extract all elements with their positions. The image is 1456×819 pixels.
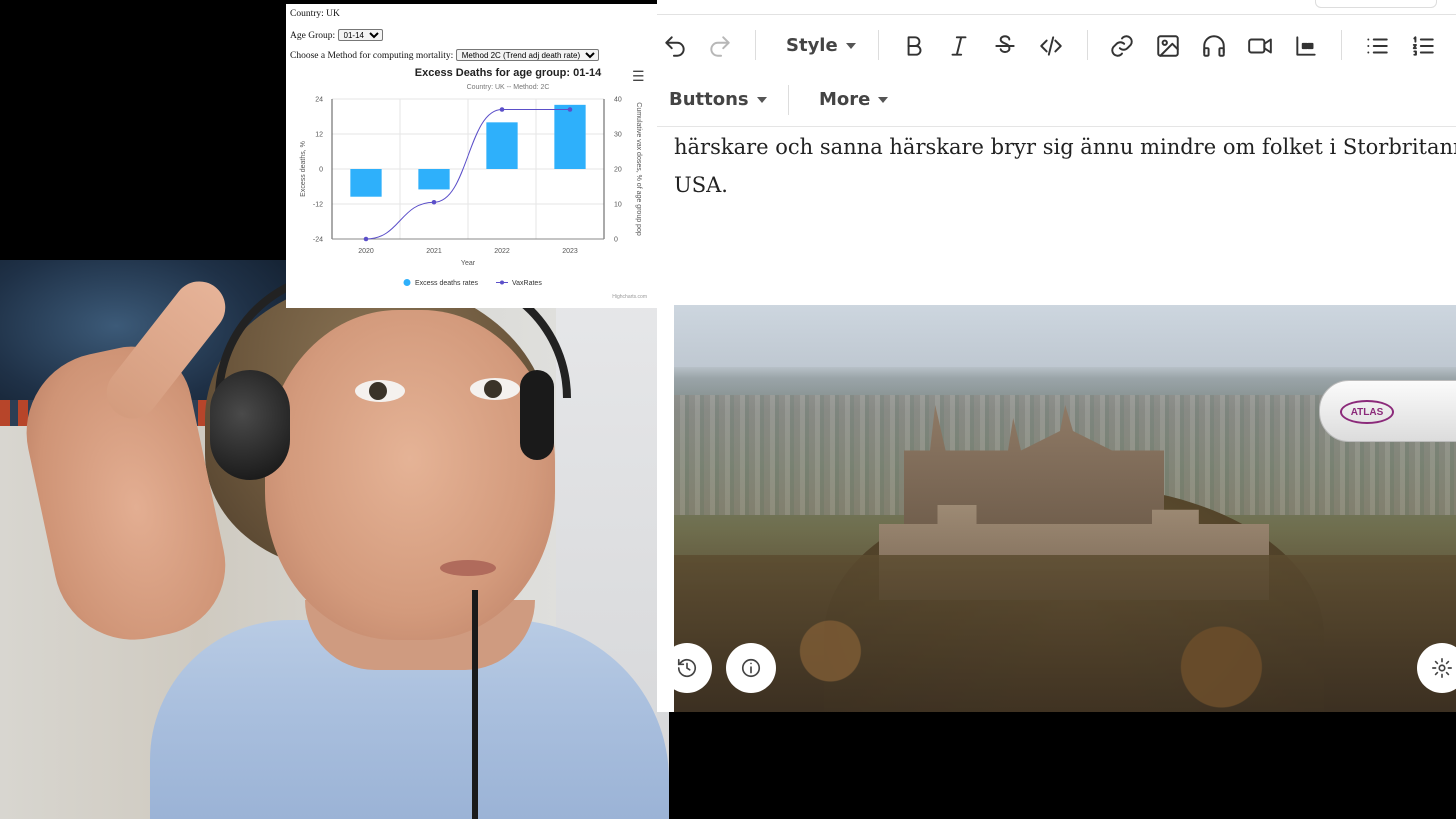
autumn-forest [674, 555, 1456, 712]
y-tick-label: 24 [315, 97, 323, 104]
age-group-row: Age Group: 01-14 [290, 29, 383, 41]
y-tick-label: 12 [315, 132, 323, 139]
chart-panel: Country: UK Age Group: 01-14 Choose a Me… [286, 4, 657, 308]
y-tick-label: -24 [313, 237, 323, 244]
chevron-down-icon [878, 96, 889, 103]
y2-tick-label: 20 [614, 167, 622, 174]
x-axis-title: Year [461, 260, 476, 267]
y-axis-title: Excess deaths, % [300, 141, 307, 197]
undo-icon[interactable] [659, 30, 691, 62]
body-line: USA. [674, 173, 728, 197]
chevron-down-icon [756, 96, 767, 103]
castle-image[interactable]: ATLAS [674, 305, 1456, 712]
y2-tick-label: 0 [614, 237, 618, 244]
more-dropdown[interactable]: More [819, 89, 889, 110]
vax-rate-point [363, 236, 369, 242]
bold-icon[interactable] [898, 30, 930, 62]
legend-swatch-point [500, 280, 504, 285]
buttons-dropdown[interactable]: Buttons [669, 89, 767, 110]
code-icon[interactable] [1035, 30, 1067, 62]
y-tick-label: 0 [319, 167, 323, 174]
body-line: härskare och sanna härskare bryr sig änn… [674, 135, 1456, 159]
chart-credit: Highcharts.com [612, 294, 647, 300]
toolbar-separator [878, 30, 879, 60]
headset-earcup [210, 370, 290, 480]
style-label: Style [786, 35, 838, 56]
italic-icon[interactable] [943, 30, 975, 62]
y2-tick-label: 10 [614, 202, 622, 209]
headset-cable [472, 590, 478, 819]
y2-tick-label: 30 [614, 132, 622, 139]
age-group-label: Age Group: [290, 31, 336, 41]
y2-tick-label: 40 [614, 97, 622, 104]
topbar-pill[interactable] [1315, 0, 1437, 8]
strikethrough-icon[interactable] [989, 30, 1021, 62]
redo-icon[interactable] [704, 30, 736, 62]
age-group-select[interactable]: 01-14 [337, 29, 383, 41]
legend-label-bars: Excess deaths rates [415, 280, 479, 287]
buttons-label: Buttons [669, 89, 749, 110]
chevron-down-icon [845, 42, 856, 49]
post-body-text[interactable]: härskare och sanna härskare bryr sig änn… [674, 128, 1456, 204]
bar-excess-deaths [350, 169, 382, 197]
sky [674, 305, 1456, 367]
link-icon[interactable] [1106, 30, 1138, 62]
quote-icon[interactable] [1290, 30, 1322, 62]
x-tick-label: 2022 [494, 248, 510, 255]
toolbar-separator [1087, 30, 1088, 60]
bar-excess-deaths [486, 122, 518, 169]
x-tick-label: 2021 [426, 248, 442, 255]
info-icon[interactable] [726, 643, 776, 693]
legend-label-line: VaxRates [512, 280, 542, 287]
toolbar-separator [755, 30, 756, 60]
bullet-list-icon[interactable] [1361, 30, 1393, 62]
post-editor: Style Buttons More härskare och sanna hä… [657, 0, 1456, 712]
numbered-list-icon[interactable] [1407, 30, 1439, 62]
method-select[interactable]: Method 2C (Trend adj death rate) [455, 49, 599, 61]
bar-excess-deaths [554, 104, 586, 169]
method-row: Choose a Method for computing mortality:… [290, 49, 599, 61]
bar-excess-deaths [418, 169, 450, 190]
editor-topbar [657, 0, 1456, 15]
country-line: Country: UK [290, 9, 340, 19]
more-label: More [819, 89, 871, 110]
chart-subtitle: Country: UK -- Method: 2C [467, 84, 550, 91]
legend-swatch-bars [403, 279, 411, 286]
headset-earcup [520, 370, 554, 460]
toolbar-divider [657, 126, 1456, 127]
excess-deaths-chart: Excess Deaths for age group: 01-14 Countr… [300, 67, 642, 287]
method-label: Choose a Method for computing mortality: [290, 51, 454, 61]
y2-axis-title: Cumulative vax doses, % of age group pop [635, 102, 642, 236]
x-tick-label: 2020 [358, 248, 374, 255]
letterbox-bar [669, 712, 1456, 819]
vax-rate-point [567, 107, 573, 112]
toolbar-separator [1341, 30, 1342, 60]
editor-toolbar: Style [657, 16, 1456, 76]
webcam-video [0, 260, 669, 819]
style-dropdown[interactable]: Style [786, 35, 856, 56]
person-mouth [440, 560, 496, 576]
toolbar-separator [788, 85, 789, 115]
vax-rate-point [431, 199, 437, 205]
blimp-logo: ATLAS [1340, 400, 1394, 424]
x-tick-label: 2023 [562, 248, 578, 255]
video-icon[interactable] [1244, 30, 1276, 62]
y-tick-label: -12 [313, 202, 323, 209]
chart-title: Excess Deaths for age group: 01-14 [415, 67, 602, 79]
image-icon[interactable] [1152, 30, 1184, 62]
audio-icon[interactable] [1198, 30, 1230, 62]
vax-rate-point [499, 107, 505, 112]
